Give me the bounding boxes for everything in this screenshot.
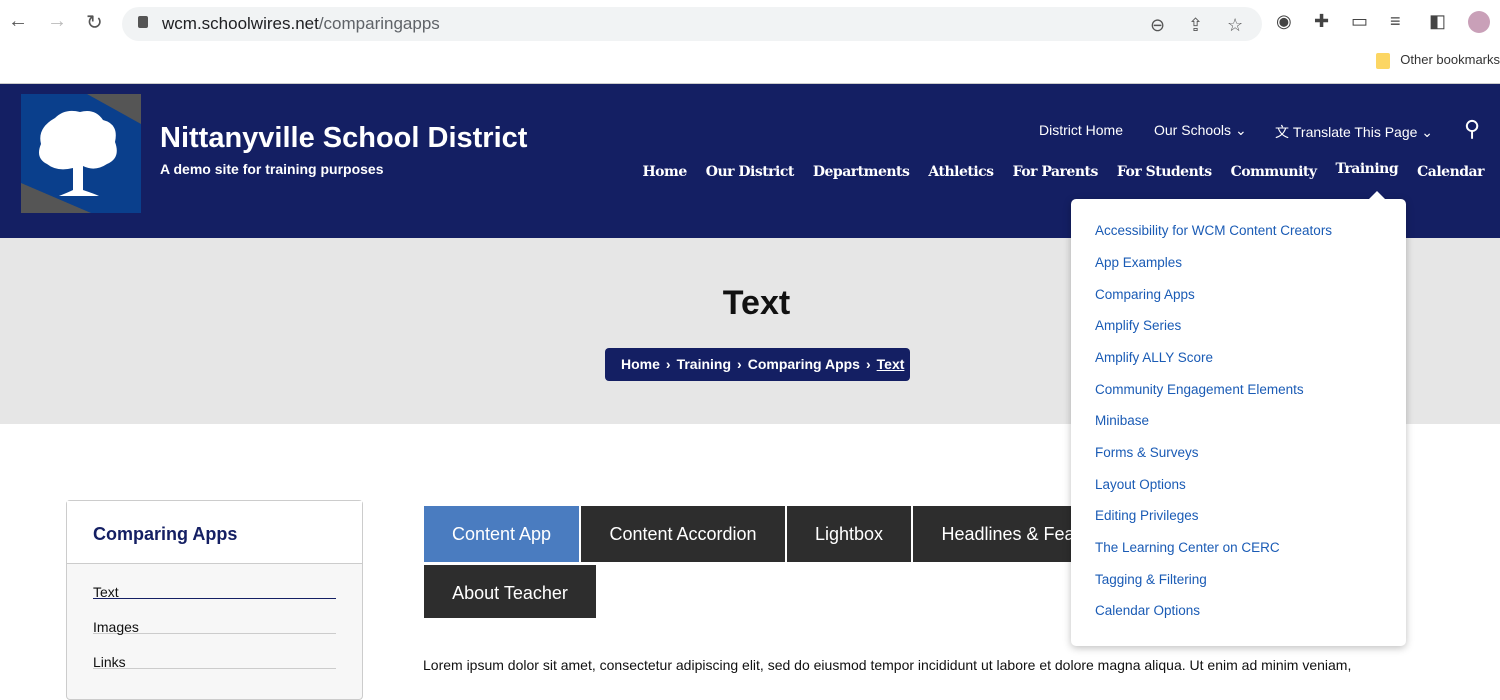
breadcrumb-comparing-apps[interactable]: Comparing Apps xyxy=(748,356,860,372)
menu-item[interactable]: Forms & Surveys xyxy=(1095,445,1199,460)
menu-item[interactable]: The Learning Center on CERC xyxy=(1095,540,1280,555)
breadcrumb: Home › Training › Comparing Apps › Text xyxy=(605,348,910,381)
folder-icon xyxy=(1376,52,1391,69)
menu-item[interactable]: App Examples xyxy=(1095,255,1182,270)
menu-item[interactable]: Tagging & Filtering xyxy=(1095,572,1207,587)
nav-athletics[interactable]: Athletics xyxy=(928,164,994,180)
menu-item[interactable]: Calendar Options xyxy=(1095,603,1200,618)
our-schools-dropdown[interactable]: Our Schools ⌄ xyxy=(1154,122,1247,139)
translate-icon: 文 xyxy=(1275,124,1289,140)
district-logo[interactable] xyxy=(21,94,141,213)
tab-lightbox[interactable]: Lightbox xyxy=(787,506,911,562)
nav-our-district[interactable]: Our District xyxy=(706,164,795,180)
body-text: Lorem ipsum dolor sit amet, consectetur … xyxy=(423,657,1352,673)
tab-content-accordion[interactable]: Content Accordion xyxy=(581,506,785,562)
training-dropdown-menu: Accessibility for WCM Content Creators A… xyxy=(1071,191,1406,646)
sidebar-item-text[interactable]: Text xyxy=(93,564,336,600)
browser-toolbar: ← → ↻ wcm.schoolwires.net/comparingapps … xyxy=(0,0,1500,84)
nav-departments[interactable]: Departments xyxy=(813,164,910,180)
reload-icon[interactable]: ↻ xyxy=(86,10,103,35)
url-path: /comparingapps xyxy=(318,14,440,33)
nav-home[interactable]: Home xyxy=(642,164,687,180)
menu-item[interactable]: Layout Options xyxy=(1095,477,1186,492)
site-subtitle: A demo site for training purposes xyxy=(160,161,384,177)
share-icon[interactable]: ⇪ xyxy=(1188,15,1203,36)
translate-dropdown[interactable]: 文 Translate This Page ⌄ xyxy=(1275,122,1433,142)
translate-label: Translate This Page xyxy=(1292,124,1418,140)
chevron-down-icon: ⌄ xyxy=(1234,122,1247,138)
breadcrumb-current[interactable]: Text xyxy=(877,356,905,372)
menu-item[interactable]: Editing Privileges xyxy=(1095,508,1199,523)
site-title[interactable]: Nittanyville School District xyxy=(160,122,527,155)
breadcrumb-home[interactable]: Home xyxy=(621,356,660,372)
side-panel-icon[interactable]: ◧ xyxy=(1429,11,1446,32)
avatar[interactable] xyxy=(1468,11,1490,33)
search-icon[interactable]: ⚲ xyxy=(1464,116,1480,142)
sidebar-item-links[interactable]: Links xyxy=(93,634,336,670)
lock-icon xyxy=(138,16,148,28)
other-bookmarks[interactable]: Other bookmarks xyxy=(1376,52,1500,69)
address-bar[interactable]: wcm.schoolwires.net/comparingapps ⊖ ⇪ ☆ xyxy=(122,7,1262,41)
menu-item[interactable]: Amplify ALLY Score xyxy=(1095,350,1213,365)
cast-icon[interactable]: ▭ xyxy=(1351,11,1368,32)
tree-icon xyxy=(39,110,117,196)
menu-item[interactable]: Minibase xyxy=(1095,413,1149,428)
lastpass-icon[interactable]: ◉ xyxy=(1276,11,1292,32)
extensions-icon[interactable]: ✚ xyxy=(1314,11,1329,32)
nav-training[interactable]: Training xyxy=(1336,161,1399,180)
url-host: wcm.schoolwires.net xyxy=(162,14,319,33)
nav-calendar[interactable]: Calendar xyxy=(1417,164,1484,180)
star-icon[interactable]: ☆ xyxy=(1227,15,1243,36)
media-icon[interactable]: ≡ xyxy=(1390,11,1401,32)
district-home-link[interactable]: District Home xyxy=(1039,122,1123,138)
chevron-down-icon: ⌄ xyxy=(1421,124,1434,140)
sidebar-title: Comparing Apps xyxy=(67,501,362,564)
section-sidebar: Comparing Apps Text Images Links xyxy=(66,500,363,700)
nav-community[interactable]: Community xyxy=(1231,164,1317,180)
our-schools-label: Our Schools xyxy=(1154,122,1232,138)
zoom-out-icon[interactable]: ⊖ xyxy=(1150,15,1165,36)
forward-icon[interactable]: → xyxy=(47,10,67,33)
tab-about-teacher[interactable]: About Teacher xyxy=(424,565,596,618)
breadcrumb-training[interactable]: Training xyxy=(677,356,731,372)
menu-item[interactable]: Amplify Series xyxy=(1095,318,1181,333)
main-nav: Home Our District Departments Athletics … xyxy=(642,161,1484,180)
sidebar-item-images[interactable]: Images xyxy=(93,599,336,635)
menu-item[interactable]: Community Engagement Elements xyxy=(1095,382,1304,397)
bookmarks-label: Other bookmarks xyxy=(1400,52,1500,67)
nav-for-students[interactable]: For Students xyxy=(1117,164,1212,180)
back-icon[interactable]: ← xyxy=(8,10,28,33)
menu-item[interactable]: Accessibility for WCM Content Creators xyxy=(1095,223,1332,238)
nav-for-parents[interactable]: For Parents xyxy=(1013,164,1099,180)
tab-content-app[interactable]: Content App xyxy=(424,506,579,562)
menu-item[interactable]: Comparing Apps xyxy=(1095,287,1195,302)
